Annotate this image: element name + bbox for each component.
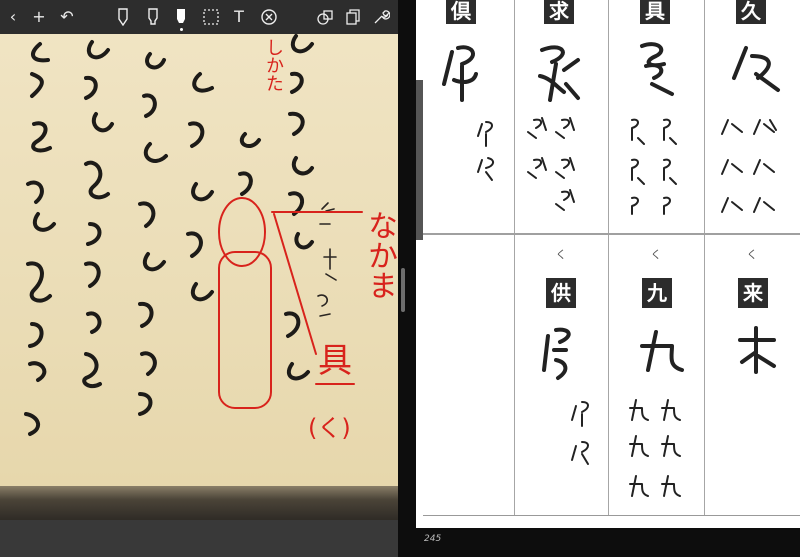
- split-view-divider[interactable]: [398, 0, 408, 557]
- calligraphy-samples: [442, 42, 780, 497]
- annotation-top-note[interactable]: しかた: [262, 38, 284, 92]
- text-icon[interactable]: T: [228, 6, 250, 28]
- document-pane[interactable]: ‹ + ↶ T しかた なかま 具 (く): [0, 0, 398, 557]
- undo-icon[interactable]: ↶: [56, 6, 78, 28]
- annotation-bottom-reading[interactable]: (く): [308, 414, 351, 442]
- page-number: 245: [424, 534, 442, 544]
- shapes-icon[interactable]: [314, 6, 336, 28]
- annotation-side-note[interactable]: なかま: [360, 210, 397, 300]
- lasso-icon[interactable]: [200, 6, 222, 28]
- split-view-handle[interactable]: [401, 268, 405, 312]
- manuscript-page[interactable]: しかた なかま 具 (く): [0, 34, 398, 520]
- wrench-icon[interactable]: [370, 6, 392, 28]
- eraser-icon[interactable]: [258, 6, 280, 28]
- pen-icon[interactable]: [112, 6, 134, 28]
- highlighter-icon[interactable]: [170, 6, 192, 31]
- page-bottom-rule: [423, 515, 800, 516]
- page-edge-shadow: [0, 486, 398, 520]
- marker-icon[interactable]: [142, 6, 164, 28]
- reference-pane[interactable]: 倶 求 具 久 く く く 供 九 来 245: [408, 0, 800, 557]
- pages-icon[interactable]: [342, 6, 364, 28]
- annotation-bottom-note[interactable]: 具: [318, 342, 352, 380]
- chevron-left-icon[interactable]: ‹: [2, 6, 24, 28]
- dictionary-page[interactable]: 倶 求 具 久 く く く 供 九 来: [416, 0, 800, 528]
- app-window: ‹ + ↶ T しかた なかま 具 (く) 倶 求 具 久 く く く 供 九 …: [0, 0, 800, 557]
- plus-icon[interactable]: +: [28, 6, 50, 28]
- document-background: [0, 520, 398, 557]
- annotation-toolbar: ‹ + ↶ T: [0, 0, 398, 34]
